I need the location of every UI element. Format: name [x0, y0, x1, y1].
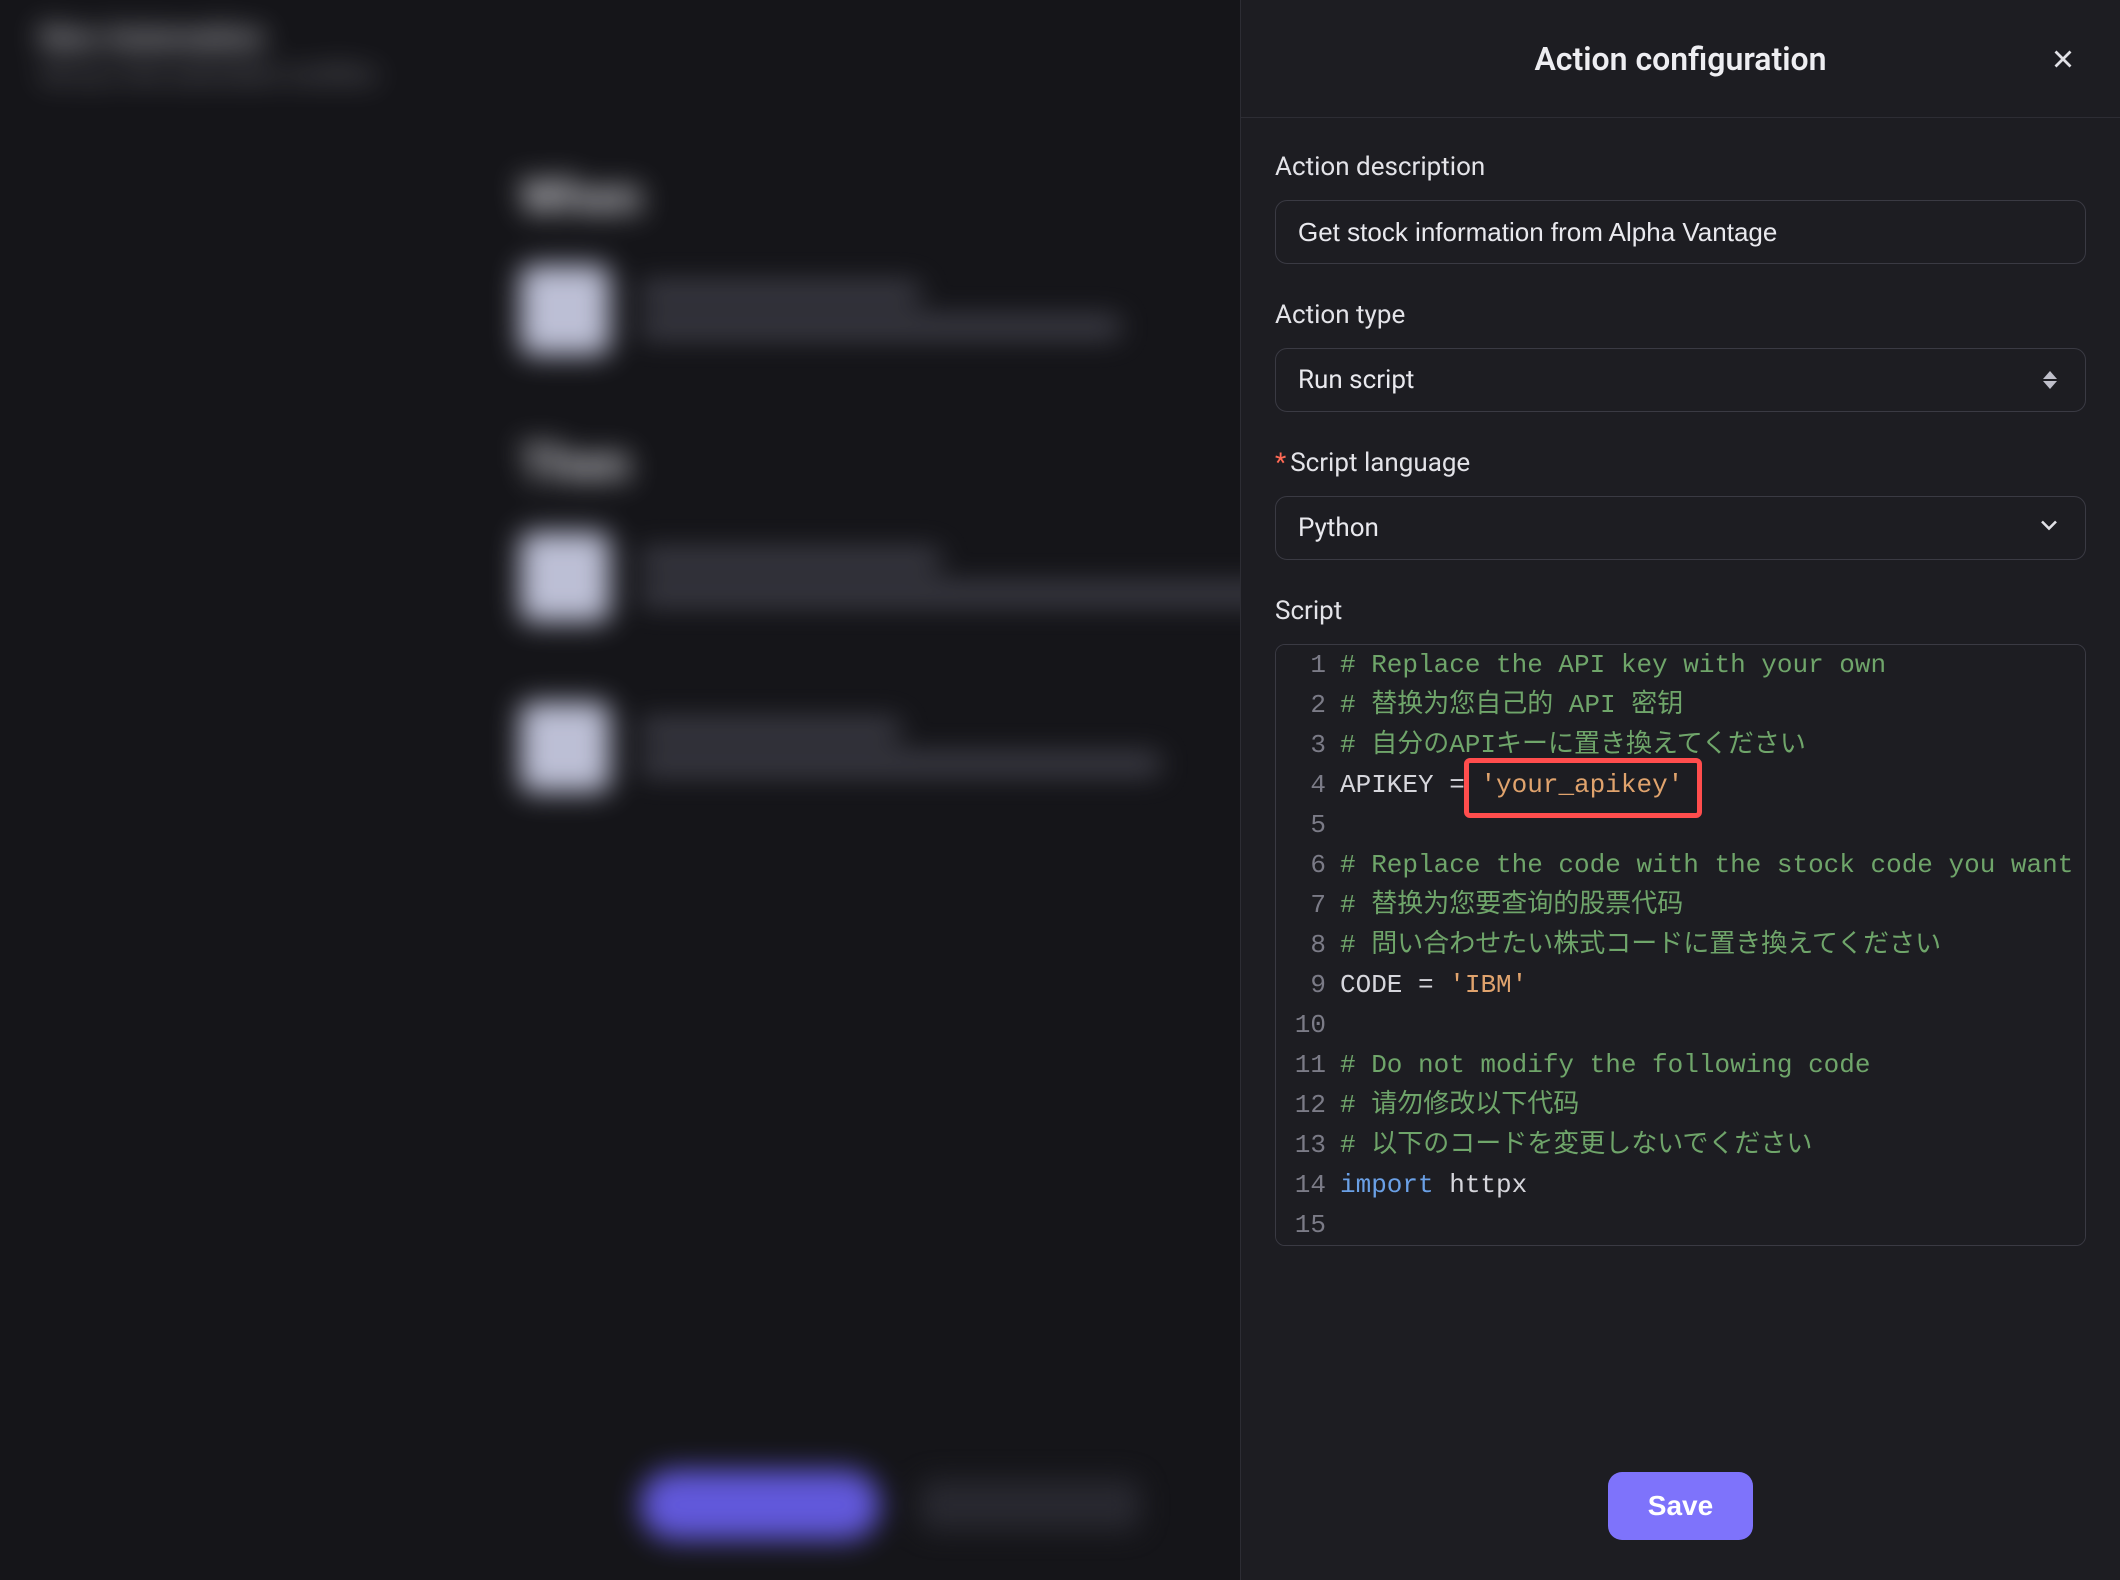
gutter-line-number: 10 [1276, 1005, 1340, 1045]
code-line-content[interactable]: # 替换为您要查询的股票代码 [1340, 885, 2085, 925]
code-line[interactable]: 13# 以下のコードを変更しないでください [1276, 1125, 2085, 1165]
panel-title: Action configuration [1534, 40, 1826, 78]
code-line-content[interactable] [1340, 805, 2085, 845]
code-line-content[interactable]: CODE = 'IBM' [1340, 965, 2085, 1005]
code-line[interactable]: 7# 替换为您要查询的股票代码 [1276, 885, 2085, 925]
panel-body: Action description Action type Run scrip… [1241, 118, 2120, 1446]
code-line-content[interactable]: # 请勿修改以下代码 [1340, 1085, 2085, 1125]
gutter-line-number: 11 [1276, 1045, 1340, 1085]
code-line-content[interactable]: # Replace the API key with your own [1340, 645, 2085, 685]
bg-thumb [520, 265, 610, 355]
bg-lines [640, 720, 1160, 774]
gutter-line-number: 4 [1276, 765, 1340, 805]
close-icon [2048, 44, 2078, 74]
code-line-content[interactable]: # 替换为您自己的 API 密钥 [1340, 685, 2085, 725]
gutter-line-number: 2 [1276, 685, 1340, 725]
gutter-line-number: 8 [1276, 925, 1340, 965]
gutter-line-number: 12 [1276, 1085, 1340, 1125]
action-type-select[interactable]: Run script [1275, 348, 2086, 412]
code-line[interactable]: 11# Do not modify the following code [1276, 1045, 2085, 1085]
gutter-line-number: 6 [1276, 845, 1340, 885]
code-line[interactable]: 9CODE = 'IBM' [1276, 965, 2085, 1005]
label-action-type: Action type [1275, 300, 2086, 330]
updown-icon [2037, 367, 2063, 393]
gutter-line-number: 13 [1276, 1125, 1340, 1165]
panel-footer: Save [1241, 1446, 2120, 1580]
action-type-value: Run script [1298, 365, 1414, 395]
gutter-line-number: 5 [1276, 805, 1340, 845]
required-star-icon: * [1275, 448, 1286, 478]
code-line[interactable]: 15 [1276, 1205, 2085, 1245]
bg-lines [640, 550, 1280, 604]
code-line[interactable]: 10 [1276, 1005, 2085, 1045]
code-line-content[interactable]: # Replace the code with the stock code y… [1340, 845, 2085, 885]
field-script-language: * Script language Python [1275, 448, 2086, 560]
close-button[interactable] [2040, 36, 2086, 82]
script-language-value: Python [1298, 513, 1379, 543]
label-script: Script [1275, 596, 2086, 626]
code-line-content[interactable]: # 自分のAPIキーに置き換えてください [1340, 725, 2085, 765]
field-script: Script 1# Replace the API key with your … [1275, 596, 2086, 1246]
code-line[interactable]: 4APIKEY = 'your_apikey' [1276, 765, 2085, 805]
code-line-content[interactable]: # 以下のコードを変更しないでください [1340, 1125, 2085, 1165]
code-line[interactable]: 3# 自分のAPIキーに置き換えてください [1276, 725, 2085, 765]
code-line[interactable]: 5 [1276, 805, 2085, 845]
panel-header: Action configuration [1241, 0, 2120, 118]
code-line-content[interactable] [1340, 1205, 2085, 1245]
code-line-content[interactable]: # 問い合わせたい株式コードに置き換えてください [1340, 925, 2085, 965]
chevron-down-icon [2035, 511, 2063, 546]
code-line[interactable]: 6# Replace the code with the stock code … [1276, 845, 2085, 885]
code-line-content[interactable]: APIKEY = 'your_apikey' [1340, 765, 2085, 805]
gutter-line-number: 14 [1276, 1165, 1340, 1205]
page-root: New Automation Set up a new automation w… [0, 0, 2120, 1580]
script-editor[interactable]: 1# Replace the API key with your own2# 替… [1275, 644, 2086, 1246]
field-action-description: Action description [1275, 152, 2086, 264]
gutter-line-number: 1 [1276, 645, 1340, 685]
code-line[interactable]: 14import httpx [1276, 1165, 2085, 1205]
bg-thumb [520, 702, 610, 792]
code-line-content[interactable] [1340, 1005, 2085, 1045]
label-script-language: * Script language [1275, 448, 2086, 478]
bg-thumb [520, 532, 610, 622]
code-line[interactable]: 8# 問い合わせたい株式コードに置き換えてください [1276, 925, 2085, 965]
script-language-select[interactable]: Python [1275, 496, 2086, 560]
action-config-panel: Action configuration Action description … [1240, 0, 2120, 1580]
code-line-content[interactable]: # Do not modify the following code [1340, 1045, 2085, 1085]
gutter-line-number: 15 [1276, 1205, 1340, 1245]
code-line[interactable]: 1# Replace the API key with your own [1276, 645, 2085, 685]
gutter-line-number: 3 [1276, 725, 1340, 765]
gutter-line-number: 7 [1276, 885, 1340, 925]
code-line[interactable]: 2# 替换为您自己的 API 密钥 [1276, 685, 2085, 725]
label-script-language-text: Script language [1290, 448, 1470, 478]
action-description-input[interactable] [1275, 200, 2086, 264]
bg-footer-buttons [640, 1470, 1140, 1540]
field-action-type: Action type Run script [1275, 300, 2086, 412]
save-button[interactable]: Save [1608, 1472, 1753, 1540]
code-line[interactable]: 12# 请勿修改以下代码 [1276, 1085, 2085, 1125]
gutter-line-number: 9 [1276, 965, 1340, 1005]
label-action-description: Action description [1275, 152, 2086, 182]
code-block[interactable]: 1# Replace the API key with your own2# 替… [1276, 645, 2085, 1245]
code-line-content[interactable]: import httpx [1340, 1165, 2085, 1205]
bg-lines [640, 283, 1120, 337]
